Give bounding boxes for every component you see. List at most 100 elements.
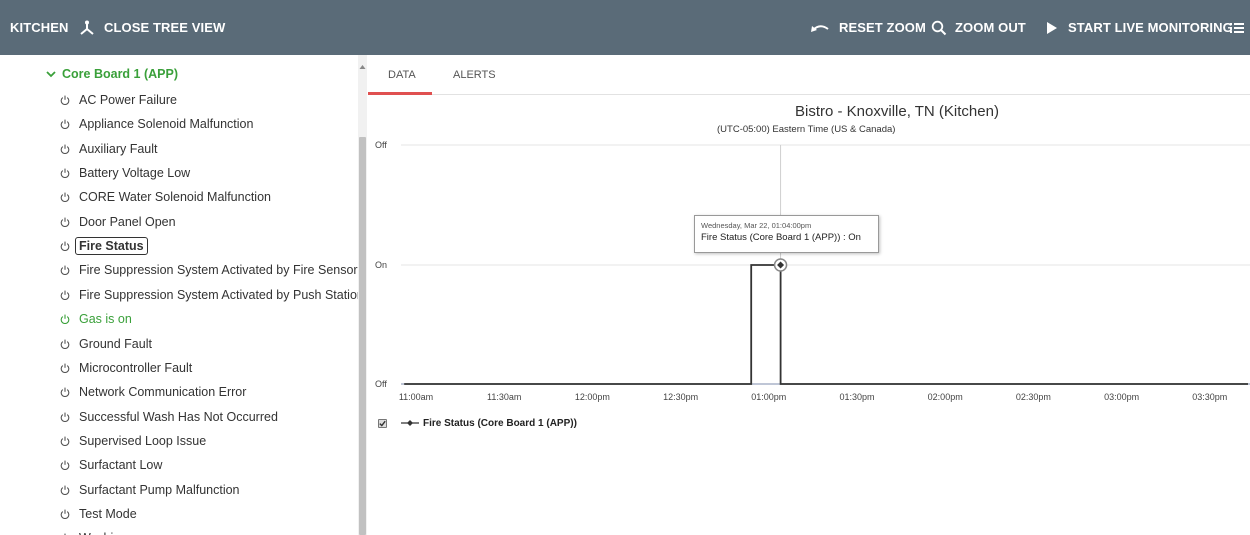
power-icon [60,266,70,276]
tree-item[interactable]: Ground Fault [60,334,152,354]
undo-icon [811,24,829,32]
tree-item-label: Network Communication Error [79,385,247,400]
y-tick-label: On [375,260,387,270]
reset-zoom-button[interactable]: RESET ZOOM [809,0,926,55]
tree-item[interactable]: Successful Wash Has Not Occurred [60,407,278,427]
series-line [404,264,1248,385]
tab-data[interactable]: DATA [388,55,416,95]
x-tick-label: 11:30am [487,392,521,402]
tree-item[interactable]: AC Power Failure [60,90,177,110]
tree-item-label: Supervised Loop Issue [79,433,207,448]
power-icon [60,387,70,398]
tree-item[interactable]: Test Mode [60,504,137,524]
power-icon [60,95,70,105]
tree-item-label: Battery Voltage Low [79,166,191,181]
tree-item[interactable]: Supervised Loop Issue [60,431,206,451]
x-tick-label: 03:30pm [1192,392,1227,402]
tree-item[interactable]: Fire Status [60,236,148,256]
tree-item-label: Fire Status [75,237,148,256]
power-icon [60,314,70,325]
y-tick-label: Off [375,140,387,150]
tree-item-label: Surfactant Pump Malfunction [79,482,240,497]
tree-item-label: Appliance Solenoid Malfunction [79,117,254,132]
site-label: KITCHEN [10,0,68,55]
start-live-monitoring-label: START LIVE MONITORING [1068,20,1233,35]
power-icon [60,241,70,252]
reset-zoom-label: RESET ZOOM [839,20,926,35]
power-icon [60,509,70,519]
tree-node-core-board[interactable]: Core Board 1 (APP) [46,66,178,82]
tree-item[interactable]: Surfactant Low [60,455,162,475]
tooltip-date: Wednesday, Mar 22, 01:04:00pm [701,221,812,230]
tree-item[interactable]: Microcontroller Fault [60,358,192,378]
tab-alerts[interactable]: ALERTS [453,55,496,95]
play-icon [1047,21,1057,34]
tree-item[interactable]: Door Panel Open [60,212,176,232]
top-toolbar: KITCHEN CLOSE TREE VIEW RESET ZOOM ZOOM … [0,0,1250,55]
tree-item-label: Surfactant Low [79,458,163,473]
y-tick-label: Off [375,379,387,389]
tree-item[interactable]: Surfactant Pump Malfunction [60,480,240,500]
tree-item[interactable]: Auxiliary Fault [60,139,158,159]
zoom-out-button[interactable]: ZOOM OUT [931,0,1026,55]
close-tree-view-button[interactable]: CLOSE TREE VIEW [78,0,225,55]
tree-node-label: Core Board 1 (APP) [62,67,178,81]
x-tick-label: 01:00pm [751,392,786,402]
tree-item[interactable]: CORE Water Solenoid Malfunction [60,187,271,207]
tree-item-label: Door Panel Open [79,214,176,229]
legend-series-marker [401,420,419,426]
tree-item-label: Ground Fault [79,336,152,351]
tree-item-label: Auxiliary Fault [79,141,158,156]
tree-item-label: Washing [79,531,127,535]
x-tick-label: 12:00pm [575,392,610,402]
power-icon [60,485,70,495]
power-icon [60,168,70,179]
tree-item-label: Fire Suppression System Activated by Pus… [79,287,364,302]
tree-item[interactable]: Network Communication Error [60,382,246,402]
tree-item-label: Test Mode [79,506,137,521]
x-tick-label: 03:00pm [1104,392,1139,402]
tooltip-value: Fire Status (Core Board 1 (APP)) : On [701,232,861,243]
tree-item[interactable]: Appliance Solenoid Malfunction [60,114,253,134]
zoom-out-label: ZOOM OUT [955,20,1026,35]
power-icon [60,412,70,422]
tree-item[interactable]: Battery Voltage Low [60,163,190,183]
scrollbar-thumb[interactable] [359,137,366,535]
tree-item-label: Fire Suppression System Activated by Fir… [79,263,358,278]
tree-item-label: Successful Wash Has Not Occurred [79,409,278,424]
chart-tooltip: Wednesday, Mar 22, 01:04:00pm Fire Statu… [694,215,879,253]
tree-item[interactable]: Gas is on [60,309,132,329]
x-tick-label: 11:00am [399,392,433,402]
site-name: KITCHEN [10,20,69,35]
tree-item-label: CORE Water Solenoid Malfunction [79,190,271,205]
x-tick-label: 01:30pm [839,392,874,402]
tree-item[interactable]: Fire Suppression System Activated by Fir… [60,260,358,280]
power-icon [60,290,70,300]
chart-legend[interactable]: Fire Status (Core Board 1 (APP)) [378,416,577,430]
tree-item-label: AC Power Failure [79,93,177,107]
tree-item-label: Microcontroller Fault [79,360,193,375]
power-icon [60,436,70,446]
search-icon [931,20,947,35]
tree-icon [80,20,94,35]
start-live-monitoring-button[interactable]: START LIVE MONITORING [1046,0,1233,55]
tree-item[interactable]: Fire Suppression System Activated by Pus… [60,285,364,305]
power-icon [60,363,70,373]
x-tick-label: 02:00pm [928,392,963,402]
legend-label: Fire Status (Core Board 1 (APP)) [423,417,577,429]
power-icon [60,217,70,227]
list-menu-button[interactable] [1230,0,1250,55]
scroll-up-icon [359,65,366,69]
power-icon [60,460,70,471]
power-icon [60,192,70,203]
legend-checkbox[interactable] [378,418,387,428]
tab-alerts-label: ALERTS [453,69,496,81]
tab-bar: DATA ALERTS [368,55,1250,95]
power-icon [60,119,70,130]
list-icon [1230,22,1244,33]
x-tick-label: 12:30pm [663,392,698,402]
tree-item[interactable]: Washing [60,528,127,535]
scroll-up-arrow[interactable] [359,57,366,69]
checkmark-icon [379,420,386,427]
chevron-down-icon [46,70,56,77]
